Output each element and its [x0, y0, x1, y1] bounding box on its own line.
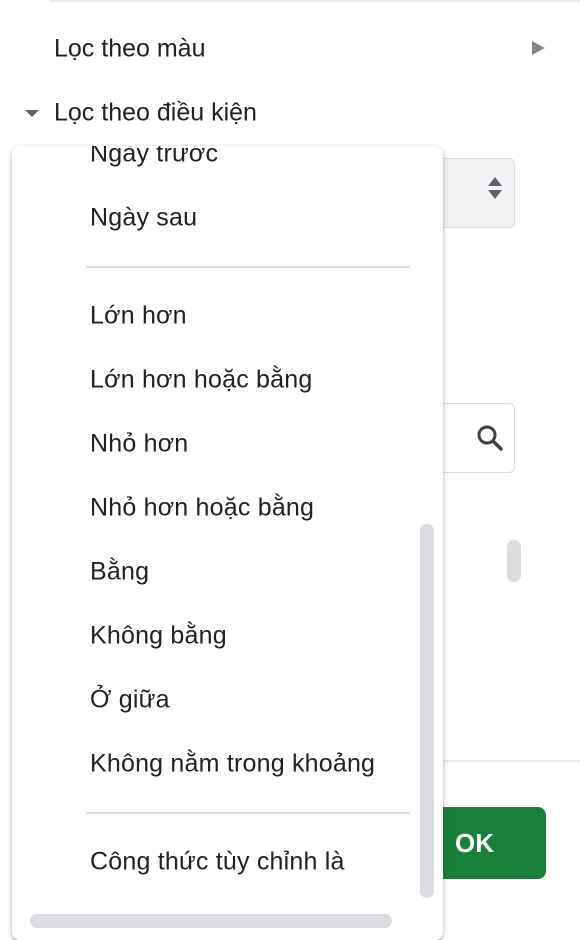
menu-item-label: Nhỏ hơn	[90, 429, 189, 458]
menu-item-label: Không nằm trong khoảng	[90, 749, 376, 778]
menu-item-equal[interactable]: Bằng	[12, 544, 422, 600]
filter-by-condition-row[interactable]: Lọc theo điều kiện	[0, 88, 580, 138]
menu-item-not-between[interactable]: Không nằm trong khoảng	[12, 736, 422, 792]
sort-up-down-icon	[488, 177, 502, 207]
top-divider	[50, 0, 580, 2]
menu-item-less-or-equal[interactable]: Nhỏ hơn hoặc bằng	[12, 480, 422, 536]
filter-by-color-label: Lọc theo màu	[54, 34, 206, 63]
menu-horizontal-scrollbar[interactable]	[30, 914, 392, 928]
menu-item-greater-or-equal[interactable]: Lớn hơn hoặc bằng	[12, 352, 422, 408]
menu-item-label: Không bằng	[90, 621, 227, 650]
condition-dropdown-menu[interactable]: Ngày trước Ngày sau Lớn hơn Lớn hơn hoặc…	[12, 146, 443, 940]
menu-item-label: Ở giữa	[90, 685, 170, 714]
menu-item-greater-than[interactable]: Lớn hơn	[12, 288, 422, 344]
menu-item-date-before[interactable]: Ngày trước	[12, 146, 422, 182]
menu-vertical-scrollbar[interactable]	[420, 524, 434, 898]
menu-item-label: Ngày sau	[90, 203, 198, 232]
menu-separator	[86, 266, 410, 268]
menu-item-less-than[interactable]: Nhỏ hơn	[12, 416, 422, 472]
menu-item-label: Ngày trước	[90, 146, 219, 168]
menu-item-label: Lớn hơn	[90, 301, 187, 330]
menu-item-label: Bằng	[90, 557, 150, 586]
filter-by-color-row[interactable]: Lọc theo màu	[0, 24, 580, 74]
panel-scrollbar-thumb[interactable]	[507, 540, 521, 582]
menu-item-not-equal[interactable]: Không bằng	[12, 608, 422, 664]
menu-separator	[86, 812, 410, 814]
triangle-down-icon	[25, 110, 39, 117]
menu-item-label: Nhỏ hơn hoặc bằng	[90, 493, 315, 522]
filter-by-condition-label: Lọc theo điều kiện	[54, 98, 257, 127]
menu-item-date-after[interactable]: Ngày sau	[12, 190, 422, 246]
menu-item-label: Lớn hơn hoặc bằng	[90, 365, 313, 394]
menu-item-custom-formula[interactable]: Công thức tùy chỉnh là	[12, 834, 422, 890]
menu-item-label: Công thức tùy chỉnh là	[90, 847, 345, 876]
triangle-right-icon	[532, 41, 545, 55]
menu-item-between[interactable]: Ở giữa	[12, 672, 422, 728]
search-icon[interactable]	[476, 424, 504, 452]
footer-divider	[440, 760, 580, 762]
